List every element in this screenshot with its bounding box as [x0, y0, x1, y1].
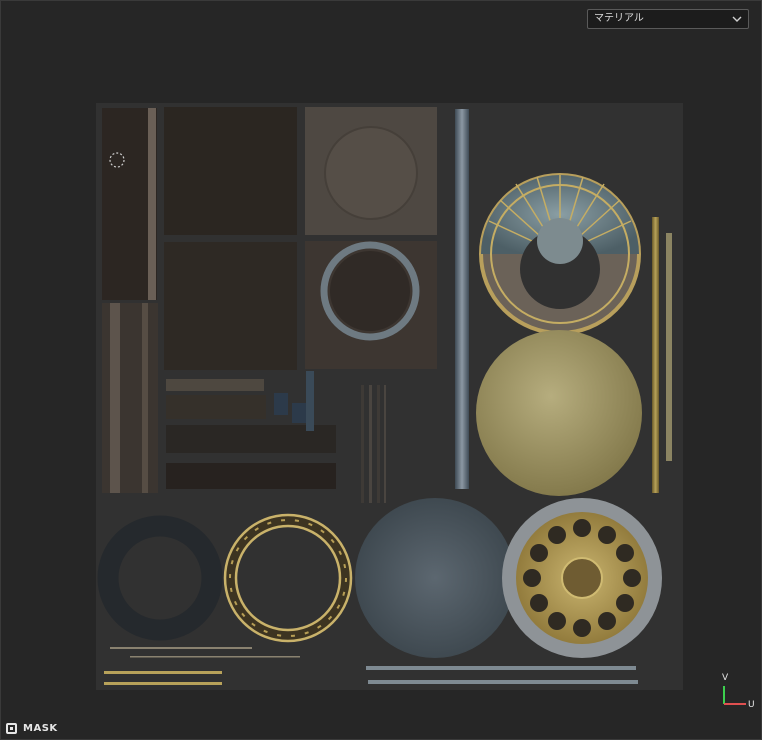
- mask-toggle[interactable]: MASK: [6, 721, 58, 735]
- material-select-value: マテリアル: [594, 13, 644, 24]
- u-axis-label: U: [748, 700, 755, 708]
- material-select[interactable]: マテリアル: [587, 9, 749, 29]
- uv-axis-gizmo: V U: [722, 673, 755, 708]
- texture-atlas-image: [97, 107, 672, 685]
- v-axis-label: V: [722, 673, 729, 683]
- chevron-down-icon: [732, 16, 742, 22]
- mask-label: MASK: [23, 722, 58, 734]
- mask-checkbox[interactable]: [6, 722, 17, 734]
- uv-texture-sheet[interactable]: [96, 103, 683, 690]
